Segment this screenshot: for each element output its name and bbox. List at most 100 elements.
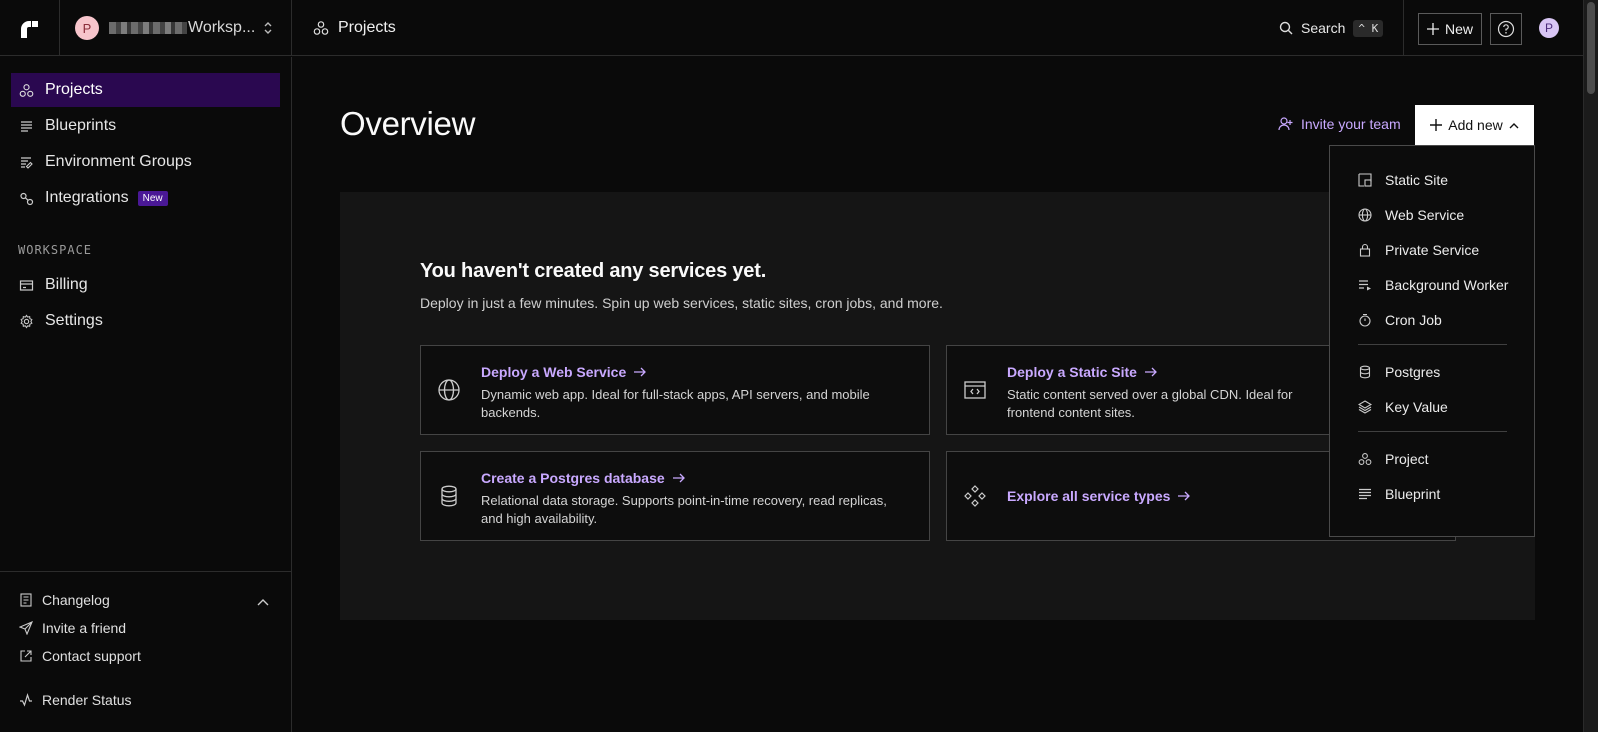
globe-icon [1358,208,1372,222]
menu-item-cron-job[interactable]: Cron Job [1358,312,1442,328]
empty-state-title: You haven't created any services yet. [420,260,767,282]
card-title: Deploy a Static Site [1007,364,1157,380]
pulse-icon [19,693,33,707]
blueprints-icon [19,119,34,134]
card-description: Dynamic web app. Ideal for full-stack ap… [481,387,870,420]
database-icon [1358,365,1372,379]
invite-team-label: Invite your team [1301,116,1401,132]
render-status-label: Render Status [42,692,132,708]
projects-icon [19,83,34,98]
sidebar-item-projects[interactable]: Projects [11,73,280,107]
menu-item-postgres[interactable]: Postgres [1358,364,1440,380]
user-avatar[interactable]: P [1539,18,1559,38]
workspace-name: Worksp... [188,19,256,36]
deploy-web-service-card[interactable]: Deploy a Web Service Dynamic web app. Id… [420,345,930,435]
plus-icon [1430,119,1443,131]
contact-support-label: Contact support [42,648,141,664]
new-button[interactable]: New [1418,13,1482,45]
menu-item-label: Cron Job [1385,312,1442,328]
add-new-label: Add new [1448,117,1503,133]
diamonds-icon [963,484,987,508]
menu-divider [1358,431,1507,432]
help-icon [1497,20,1515,38]
environment-groups-icon [19,155,34,170]
sidebar-item-label: Billing [45,276,88,293]
card-title-label: Explore all service types [1007,488,1171,504]
card-description: Relational data storage. Supports point-… [481,493,887,526]
menu-divider [1358,344,1507,345]
card-title-label: Deploy a Web Service [481,364,627,380]
menu-item-label: Postgres [1385,364,1441,380]
changelog-label: Changelog [42,592,110,608]
search-icon [1279,21,1293,35]
invite-friend-link[interactable]: Invite a friend [19,620,126,636]
static-site-icon [1358,173,1372,187]
workspace-heading: WORKSPACE [18,243,93,257]
arrow-right-icon [672,473,685,483]
add-new-button[interactable]: Add new [1415,105,1534,145]
breadcrumb[interactable]: Projects [313,0,396,56]
new-badge: New [137,190,168,206]
workspace-switcher[interactable]: P Worksp... [59,0,292,56]
menu-item-label: Project [1385,451,1429,467]
sidebar-item-integrations[interactable]: Integrations New [11,181,280,215]
arrow-right-icon [1178,491,1191,501]
sidebar-item-blueprints[interactable]: Blueprints [11,109,280,143]
card-title: Explore all service types [1007,488,1191,504]
card-title: Create a Postgres database [481,470,685,486]
globe-icon [437,378,461,402]
menu-item-private-service[interactable]: Private Service [1358,242,1479,258]
stopwatch-icon [1358,313,1372,327]
search-label: Search [1301,20,1346,36]
menu-item-web-service[interactable]: Web Service [1358,207,1464,223]
menu-item-static-site[interactable]: Static Site [1358,172,1448,188]
help-button[interactable] [1490,13,1522,45]
menu-item-label: Blueprint [1385,486,1441,502]
send-icon [19,621,33,635]
new-button-label: New [1444,21,1473,37]
search-button[interactable]: Search ^ K [1279,0,1384,56]
sidebar-item-environment-groups[interactable]: Environment Groups [11,145,280,179]
layers-icon [1358,400,1372,414]
sidebar-item-label: Settings [45,312,103,329]
plus-icon [1426,23,1439,35]
invite-team-button[interactable]: Invite your team [1278,116,1401,132]
menu-item-project[interactable]: Project [1358,451,1429,467]
menu-item-key-value[interactable]: Key Value [1358,399,1448,415]
create-postgres-card[interactable]: Create a Postgres database Relational da… [420,451,930,541]
add-user-icon [1278,116,1294,132]
arrow-right-icon [1144,367,1157,377]
workspace-name-redacted [109,22,187,34]
changelog-link[interactable]: Changelog [19,592,110,608]
integrations-icon [19,191,34,206]
chevron-up-down-icon [263,20,273,36]
render-status-link[interactable]: Render Status [19,692,132,708]
topbar-divider [1403,0,1404,56]
code-window-icon [963,378,987,402]
card-title-label: Deploy a Static Site [1007,364,1137,380]
gear-icon [19,313,34,329]
invite-friend-label: Invite a friend [42,620,127,636]
external-link-icon [19,649,33,663]
breadcrumb-label: Projects [338,19,396,36]
blueprints-icon [1358,487,1372,501]
top-bar: P Worksp... Projects Search ^ K New P [0,0,1583,56]
chevron-up-icon[interactable] [257,598,269,606]
sidebar-item-billing[interactable]: Billing [11,268,280,302]
changelog-icon [19,593,33,607]
menu-item-label: Key Value [1385,399,1448,415]
sidebar-item-settings[interactable]: Settings [11,304,280,338]
sidebar-footer: Changelog Invite a friend Contact suppor… [0,571,291,732]
billing-icon [19,278,34,293]
chevron-up-icon [1509,122,1519,129]
menu-item-blueprint[interactable]: Blueprint [1358,486,1440,502]
card-description: Static content served over a global CDN.… [1007,387,1293,420]
scrollbar-thumb[interactable] [1587,2,1595,94]
menu-item-label: Web Service [1385,207,1465,223]
menu-item-label: Static Site [1385,172,1449,188]
contact-support-link[interactable]: Contact support [19,648,141,664]
render-logo-icon[interactable] [18,18,40,40]
page-scrollbar[interactable] [1583,0,1598,732]
database-icon [437,484,461,508]
menu-item-background-worker[interactable]: Background Worker [1358,277,1508,293]
